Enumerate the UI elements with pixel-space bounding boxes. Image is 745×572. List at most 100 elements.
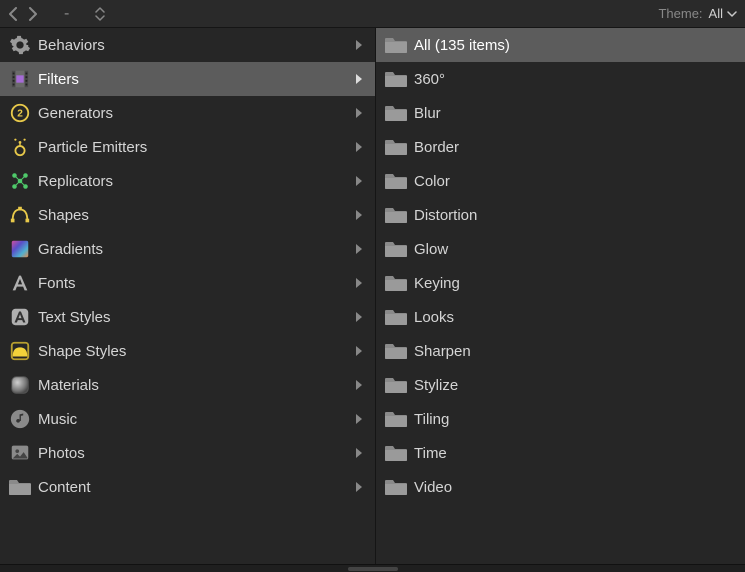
folder-icon bbox=[382, 167, 410, 195]
subcategory-item-tiling[interactable]: Tiling bbox=[376, 402, 745, 436]
folder-icon bbox=[6, 473, 34, 501]
category-item-label: Content bbox=[38, 479, 355, 496]
category-item-label: Filters bbox=[38, 71, 355, 88]
subcategory-item-label: Tiling bbox=[414, 411, 737, 428]
subcategory-item-all[interactable]: All (135 items) bbox=[376, 28, 745, 62]
category-item-generators[interactable]: 2 Generators bbox=[0, 96, 375, 130]
subcategory-item-keying[interactable]: Keying bbox=[376, 266, 745, 300]
chevron-right-icon bbox=[355, 175, 363, 187]
folder-icon bbox=[382, 337, 410, 365]
category-item-label: Fonts bbox=[38, 275, 355, 292]
category-item-particle-emitters[interactable]: Particle Emitters bbox=[0, 130, 375, 164]
folder-icon bbox=[382, 31, 410, 59]
subcategory-item-time[interactable]: Time bbox=[376, 436, 745, 470]
chevron-right-icon bbox=[355, 73, 363, 85]
shapestyle-icon bbox=[6, 337, 34, 365]
category-item-label: Photos bbox=[38, 445, 355, 462]
chevron-right-icon bbox=[355, 107, 363, 119]
category-item-gradients[interactable]: Gradients bbox=[0, 232, 375, 266]
subcategory-item-sharpen[interactable]: Sharpen bbox=[376, 334, 745, 368]
subcategory-item-label: Blur bbox=[414, 105, 737, 122]
category-item-text-styles[interactable]: Text Styles bbox=[0, 300, 375, 334]
folder-icon bbox=[382, 269, 410, 297]
gear-icon bbox=[6, 31, 34, 59]
category-item-shape-styles[interactable]: Shape Styles bbox=[0, 334, 375, 368]
category-item-label: Gradients bbox=[38, 241, 355, 258]
chevron-right-icon bbox=[355, 277, 363, 289]
folder-icon bbox=[382, 473, 410, 501]
theme-value: All bbox=[709, 6, 723, 21]
replicator-icon bbox=[6, 167, 34, 195]
category-item-label: Text Styles bbox=[38, 309, 355, 326]
svg-text:2: 2 bbox=[17, 109, 23, 120]
resize-handle[interactable] bbox=[348, 567, 398, 571]
category-item-replicators[interactable]: Replicators bbox=[0, 164, 375, 198]
subcategory-item-blur[interactable]: Blur bbox=[376, 96, 745, 130]
toolbar: - Theme: All bbox=[0, 0, 745, 28]
subcategory-item-video[interactable]: Video bbox=[376, 470, 745, 504]
subcategory-item-distortion[interactable]: Distortion bbox=[376, 198, 745, 232]
particle-icon bbox=[6, 133, 34, 161]
category-item-music[interactable]: Music bbox=[0, 402, 375, 436]
folder-icon bbox=[382, 201, 410, 229]
chevron-right-icon bbox=[355, 447, 363, 459]
category-item-fonts[interactable]: Fonts bbox=[0, 266, 375, 300]
category-item-label: Materials bbox=[38, 377, 355, 394]
subcategory-item-label: Sharpen bbox=[414, 343, 737, 360]
subcategory-item-border[interactable]: Border bbox=[376, 130, 745, 164]
chevron-right-icon bbox=[355, 141, 363, 153]
folder-icon bbox=[382, 303, 410, 331]
footer bbox=[0, 564, 745, 572]
chevron-right-icon bbox=[355, 481, 363, 493]
category-item-content[interactable]: Content bbox=[0, 470, 375, 504]
toolbar-left: - bbox=[8, 5, 105, 23]
category-column: Behaviors Filters 2 Generators Particle Emit… bbox=[0, 28, 376, 564]
category-item-materials[interactable]: Materials bbox=[0, 368, 375, 402]
folder-icon bbox=[382, 133, 410, 161]
folder-icon bbox=[382, 405, 410, 433]
subcategory-item-label: Distortion bbox=[414, 207, 737, 224]
folder-icon bbox=[382, 99, 410, 127]
subcategory-item-360[interactable]: 360° bbox=[376, 62, 745, 96]
material-icon bbox=[6, 371, 34, 399]
category-item-label: Replicators bbox=[38, 173, 355, 190]
shape-icon bbox=[6, 201, 34, 229]
chevron-right-icon bbox=[355, 311, 363, 323]
category-item-label: Generators bbox=[38, 105, 355, 122]
main: Behaviors Filters 2 Generators Particle Emit… bbox=[0, 28, 745, 564]
chevron-right-icon bbox=[355, 345, 363, 357]
gradient-icon bbox=[6, 235, 34, 263]
folder-icon bbox=[382, 371, 410, 399]
subcategory-column: All (135 items) 360° Blur Border Color Distor… bbox=[376, 28, 745, 564]
folder-icon bbox=[382, 235, 410, 263]
back-button[interactable] bbox=[8, 7, 18, 21]
path-stepper[interactable] bbox=[95, 6, 105, 22]
category-item-photos[interactable]: Photos bbox=[0, 436, 375, 470]
category-item-label: Shape Styles bbox=[38, 343, 355, 360]
subcategory-item-label: All (135 items) bbox=[414, 37, 737, 54]
category-item-label: Particle Emitters bbox=[38, 139, 355, 156]
chevron-right-icon bbox=[355, 39, 363, 51]
subcategory-item-label: Color bbox=[414, 173, 737, 190]
subcategory-item-label: Border bbox=[414, 139, 737, 156]
category-item-filters[interactable]: Filters bbox=[0, 62, 375, 96]
folder-icon bbox=[382, 65, 410, 93]
subcategory-item-looks[interactable]: Looks bbox=[376, 300, 745, 334]
font-icon bbox=[6, 269, 34, 297]
subcategory-item-color[interactable]: Color bbox=[376, 164, 745, 198]
path-separator: - bbox=[64, 5, 69, 23]
chevron-right-icon bbox=[355, 413, 363, 425]
subcategory-item-glow[interactable]: Glow bbox=[376, 232, 745, 266]
subcategory-item-stylize[interactable]: Stylize bbox=[376, 368, 745, 402]
toolbar-right: Theme: All bbox=[658, 6, 737, 21]
subcategory-item-label: Time bbox=[414, 445, 737, 462]
category-item-behaviors[interactable]: Behaviors bbox=[0, 28, 375, 62]
subcategory-item-label: Video bbox=[414, 479, 737, 496]
chevron-right-icon bbox=[355, 243, 363, 255]
category-item-label: Music bbox=[38, 411, 355, 428]
chevron-right-icon bbox=[355, 209, 363, 221]
forward-button[interactable] bbox=[28, 7, 38, 21]
category-item-shapes[interactable]: Shapes bbox=[0, 198, 375, 232]
theme-dropdown[interactable]: All bbox=[709, 6, 737, 21]
textstyle-icon bbox=[6, 303, 34, 331]
